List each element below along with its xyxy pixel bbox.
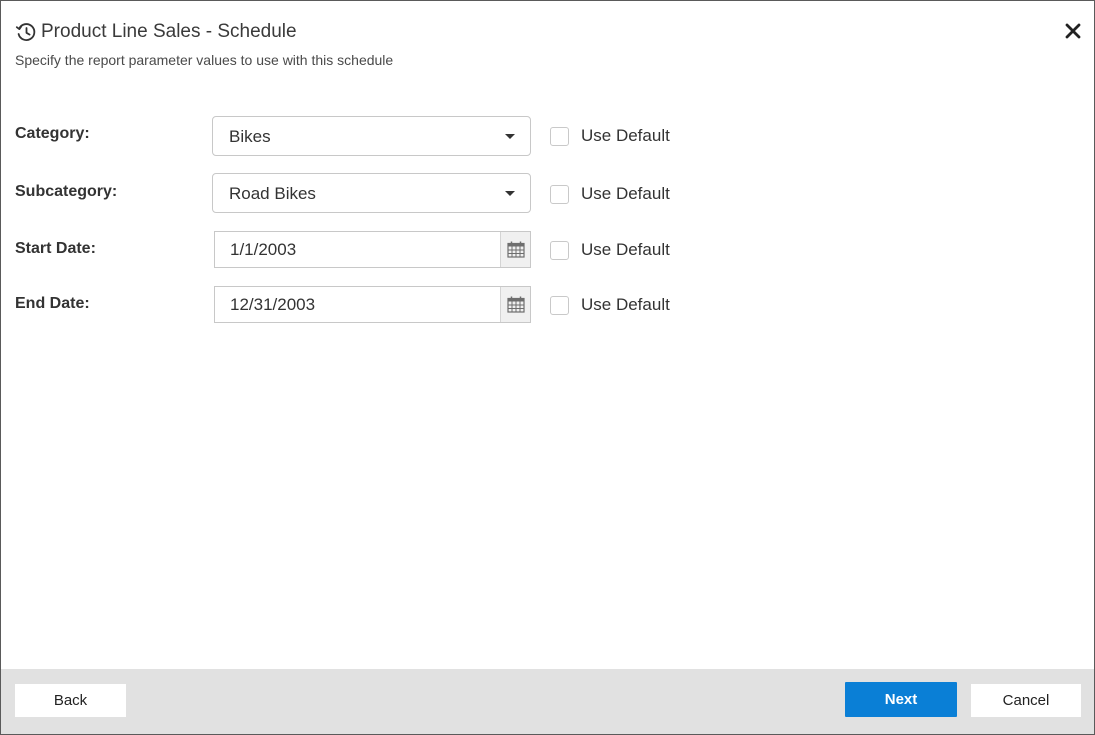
dialog-subtitle: Specify the report parameter values to u… [15, 52, 394, 68]
use-default-category[interactable]: Use Default [550, 125, 670, 147]
use-default-label: Use Default [581, 184, 670, 203]
caret-down-icon [505, 191, 515, 196]
use-default-start-date-checkbox[interactable] [550, 240, 569, 260]
param-row-subcategory: Subcategory: Road Bikes Use Default [1, 173, 701, 213]
param-row-start-date: Start Date: Use Default [1, 231, 701, 271]
param-label-subcategory: Subcategory: [15, 183, 118, 200]
use-default-end-date-checkbox[interactable] [550, 295, 569, 315]
close-button[interactable] [1062, 20, 1084, 42]
calendar-button[interactable] [500, 287, 530, 322]
cancel-button[interactable]: Cancel [971, 684, 1081, 717]
param-label-end-date: End Date: [15, 295, 90, 312]
param-row-category: Category: Bikes Use Default [1, 116, 701, 156]
use-default-subcategory[interactable]: Use Default [550, 183, 670, 205]
use-default-end-date[interactable]: Use Default [550, 294, 670, 316]
calendar-button[interactable] [500, 232, 530, 267]
close-icon [1065, 23, 1081, 39]
caret-down-icon [505, 134, 515, 139]
param-label-start-date: Start Date: [15, 240, 96, 257]
use-default-label: Use Default [581, 295, 670, 314]
start-date-picker [214, 231, 531, 268]
dialog-header: Product Line Sales - Schedule Specify th… [1, 1, 1094, 81]
dialog-footer: Back Next Cancel [1, 669, 1094, 734]
use-default-start-date[interactable]: Use Default [550, 239, 670, 261]
start-date-input[interactable] [215, 232, 501, 267]
dialog-title: Product Line Sales - Schedule [41, 21, 297, 42]
history-clock-icon [15, 21, 37, 43]
category-dropdown[interactable]: Bikes [212, 116, 531, 156]
back-button[interactable]: Back [15, 684, 126, 717]
subcategory-dropdown[interactable]: Road Bikes [212, 173, 531, 213]
use-default-label: Use Default [581, 240, 670, 259]
category-value: Bikes [229, 127, 271, 146]
use-default-subcategory-checkbox[interactable] [550, 184, 569, 204]
calendar-icon [506, 296, 525, 313]
calendar-icon [506, 241, 525, 258]
use-default-label: Use Default [581, 126, 670, 145]
param-row-end-date: End Date: Use Default [1, 286, 701, 326]
use-default-category-checkbox[interactable] [550, 126, 569, 146]
end-date-picker [214, 286, 531, 323]
param-label-category: Category: [15, 125, 90, 142]
schedule-dialog: Product Line Sales - Schedule Specify th… [0, 0, 1095, 735]
subcategory-value: Road Bikes [229, 184, 316, 203]
next-button[interactable]: Next [845, 682, 957, 717]
end-date-input[interactable] [215, 287, 501, 322]
title-row: Product Line Sales - Schedule [15, 20, 297, 44]
